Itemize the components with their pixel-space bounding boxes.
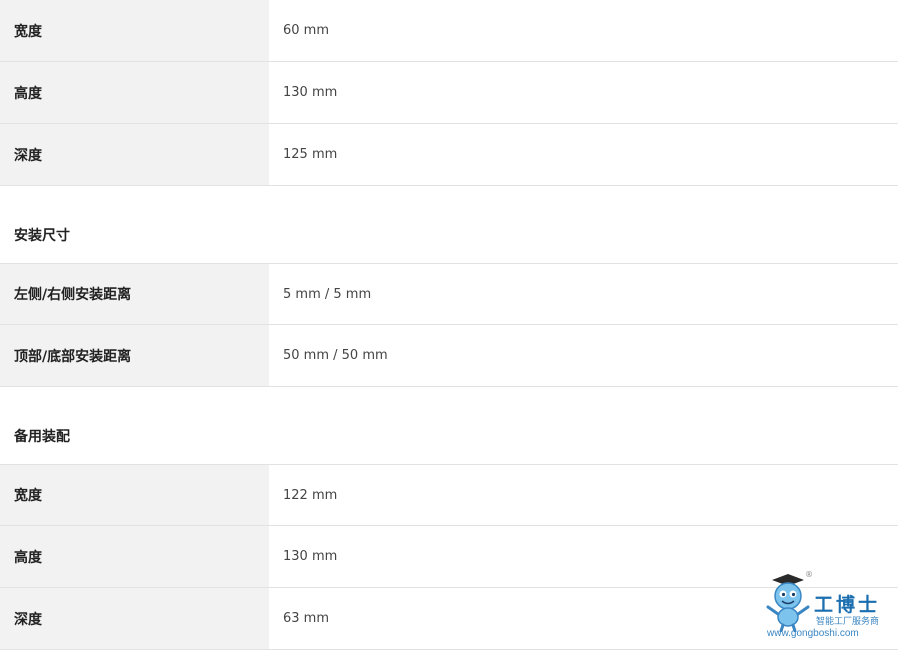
spec-label: 宽度 bbox=[0, 465, 269, 525]
robot-mascot-icon bbox=[766, 574, 810, 632]
spec-value: 60 mm bbox=[283, 23, 330, 38]
spec-value: 5 mm / 5 mm bbox=[283, 286, 372, 302]
spec-value: 122 mm bbox=[283, 487, 338, 503]
spec-row-height: 高度 130 mm bbox=[0, 62, 898, 124]
spec-label: 高度 bbox=[0, 526, 269, 587]
spec-row-width: 宽度 60 mm bbox=[0, 0, 898, 62]
watermark-logo: ® 工博士 智能工厂服务商 www.gongboshi.com bbox=[760, 568, 895, 648]
spec-label: 高度 bbox=[0, 62, 269, 123]
spec-value: 130 mm bbox=[283, 85, 338, 100]
spec-row-width: 宽度 122 mm bbox=[0, 464, 898, 526]
registered-mark: ® bbox=[805, 570, 813, 579]
brand-subtitle: 智能工厂服务商 bbox=[816, 617, 880, 627]
spec-row-topbottom-clearance: 顶部/底部安装距离 50 mm / 50 mm bbox=[0, 325, 898, 387]
spec-value: 125 mm bbox=[283, 147, 338, 162]
spec-table: 宽度 60 mm 高度 130 mm 深度 125 mm 安装尺寸 左侧/右侧安… bbox=[0, 0, 898, 650]
spec-row-depth: 深度 125 mm bbox=[0, 124, 898, 186]
section-title-alternate: 备用装配 bbox=[14, 429, 70, 445]
brand-name: 工博士 bbox=[814, 594, 881, 616]
spec-value: 50 mm / 50 mm bbox=[283, 348, 388, 363]
spec-label: 深度 bbox=[0, 124, 269, 185]
spec-label: 宽度 bbox=[0, 0, 269, 61]
spec-label: 左侧/右侧安装距离 bbox=[0, 264, 269, 324]
section-title-mounting: 安装尺寸 bbox=[14, 228, 70, 244]
brand-url: www.gongboshi.com bbox=[767, 628, 859, 639]
spec-label: 顶部/底部安装距离 bbox=[0, 325, 269, 386]
spec-row-side-clearance: 左侧/右侧安装距离 5 mm / 5 mm bbox=[0, 263, 898, 325]
spec-label: 深度 bbox=[0, 588, 269, 649]
